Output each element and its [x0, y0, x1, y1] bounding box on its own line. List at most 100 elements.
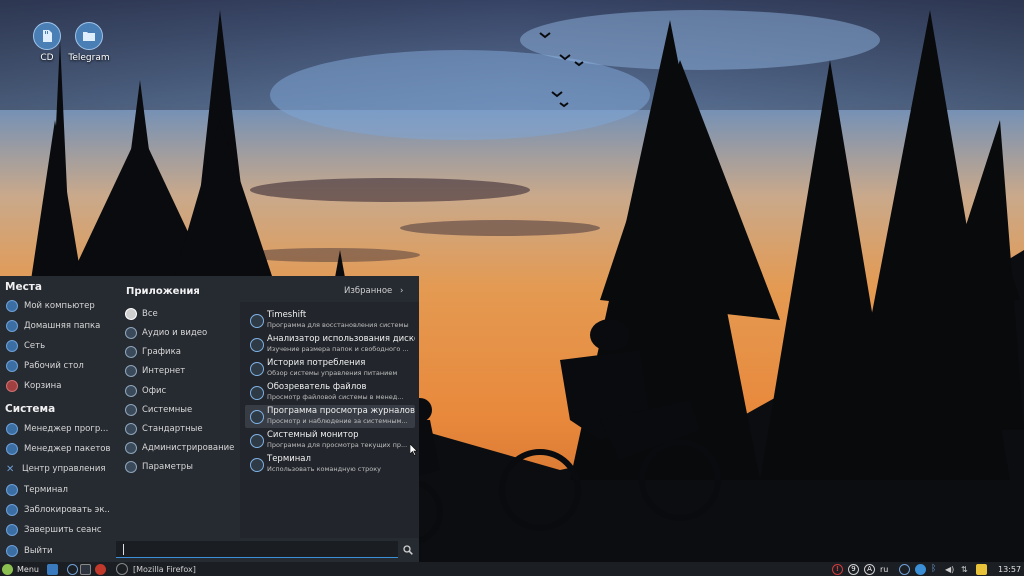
app-disk-usage-analyzer[interactable]: Анализатор использования дисков Изучение… — [245, 333, 415, 356]
terminal-icon — [80, 563, 91, 575]
tray-alert[interactable]: ! — [832, 563, 843, 575]
tray-display[interactable] — [899, 563, 910, 575]
launcher-app[interactable] — [95, 563, 106, 575]
place-label: Корзина — [24, 381, 62, 391]
search-icon[interactable] — [403, 545, 413, 555]
app-description: Программа для просмотра текущих пр... — [267, 441, 408, 449]
place-trash[interactable]: Корзина — [6, 377, 110, 395]
app-terminal[interactable]: Терминал Использовать командную строку — [245, 453, 415, 476]
bluetooth-icon: ᛒ — [931, 564, 937, 574]
place-label: Мой компьютер — [24, 301, 95, 311]
launcher-terminal[interactable] — [80, 563, 91, 575]
app-description: Использовать командную строку — [267, 465, 381, 473]
mouse-cursor-icon — [410, 444, 418, 456]
category-accessories[interactable]: Стандартные — [125, 420, 237, 438]
taskbar: Menu [Mozilla Firefox] ! 9 A ru ᛒ ◀) ⇅ 1… — [0, 562, 1024, 576]
menu-button[interactable]: Menu — [2, 563, 39, 575]
network-icon — [6, 340, 18, 352]
system-tools-icon — [125, 404, 137, 416]
tray-updates[interactable]: 9 — [848, 563, 859, 575]
category-label: Интернет — [142, 366, 186, 376]
category-office[interactable]: Офис — [125, 382, 237, 400]
system-terminal[interactable]: Терминал — [6, 481, 110, 499]
category-label: Системные — [142, 405, 193, 415]
updates-badge: 9 — [848, 563, 859, 575]
app-name: Программа просмотра журналов — [267, 406, 415, 416]
favorites-button[interactable]: Избранное › — [344, 286, 403, 296]
system-label: Менеджер пакетов — [24, 444, 110, 454]
app-timeshift[interactable]: Timeshift Программа для восстановления с… — [245, 309, 415, 332]
app-name: Обозреватель файлов — [267, 382, 367, 392]
place-desktop[interactable]: Рабочий стол — [6, 357, 110, 375]
category-administration[interactable]: Администрирование — [125, 439, 237, 457]
category-graphics[interactable]: Графика — [125, 343, 237, 361]
system-quit[interactable]: Выйти — [6, 542, 110, 560]
globe-icon — [125, 365, 137, 377]
display-icon — [899, 563, 910, 575]
place-my-computer[interactable]: Мой компьютер — [6, 297, 110, 315]
clock[interactable]: 13:57 — [998, 563, 1021, 575]
system-heading: Система — [5, 403, 56, 415]
text-caret — [123, 544, 124, 555]
category-system[interactable]: Системные — [125, 401, 237, 419]
app-launcher-icon — [95, 563, 106, 575]
category-all[interactable]: Все — [125, 305, 237, 323]
alert-icon: ! — [832, 563, 843, 575]
category-label: Параметры — [142, 462, 193, 472]
tray-network[interactable]: ⇅ — [961, 563, 968, 575]
category-internet[interactable]: Интернет — [125, 362, 237, 380]
launcher-files[interactable] — [67, 563, 78, 575]
app-system-monitor[interactable]: Системный монитор Программа для просмотр… — [245, 429, 415, 452]
notes-icon — [976, 563, 987, 575]
category-label: Администрирование — [142, 443, 235, 453]
terminal-icon — [250, 458, 264, 472]
home-icon — [6, 320, 18, 332]
trash-icon — [6, 380, 18, 392]
desktop-icon-label: Telegram — [68, 53, 110, 63]
category-preferences[interactable]: Параметры — [125, 458, 237, 476]
place-label: Домашняя папка — [24, 321, 101, 331]
app-description: Программа для восстановления системы — [267, 321, 409, 329]
power-icon — [6, 545, 18, 557]
system-label: Менеджер прогр... — [24, 424, 109, 434]
place-network[interactable]: Сеть — [6, 337, 110, 355]
applications-list: Timeshift Программа для восстановления с… — [240, 302, 419, 538]
app-log-viewer[interactable]: Программа просмотра журналов Просмотр и … — [245, 405, 415, 428]
tray-accessibility[interactable]: A — [864, 563, 875, 575]
desktop-icon — [6, 360, 18, 372]
tray-bluetooth[interactable]: ᛒ — [931, 563, 936, 575]
app-description: Просмотр файловой системы в менед... — [267, 393, 404, 401]
tray-volume[interactable]: ◀) — [945, 563, 954, 575]
window-title: [Mozilla Firefox] — [133, 564, 196, 574]
desktop-icon-telegram[interactable]: Telegram — [64, 22, 114, 63]
category-label: Аудио и видео — [142, 328, 208, 338]
system-label: Завершить сеанс — [24, 525, 102, 535]
category-audio-video[interactable]: Аудио и видео — [125, 324, 237, 342]
mint-logo-icon — [2, 563, 13, 575]
disk-usage-icon — [250, 338, 264, 352]
keyboard-layout-indicator[interactable]: ru — [880, 563, 888, 575]
category-label: Все — [142, 309, 158, 319]
app-file-browser[interactable]: Обозреватель файлов Просмотр файловой си… — [245, 381, 415, 404]
system-control-center[interactable]: ✕ Центр управления — [6, 460, 110, 478]
tray-notifications[interactable] — [976, 563, 987, 575]
system-lock-screen[interactable]: Заблокировать эк... — [6, 501, 110, 519]
clock-time: 13:57 — [998, 564, 1022, 574]
tray-power[interactable] — [915, 563, 926, 575]
system-package-manager[interactable]: Менеджер пакетов — [6, 440, 110, 458]
system-software-manager[interactable]: Менеджер прогр... — [6, 420, 110, 438]
system-logout[interactable]: Завершить сеанс — [6, 521, 110, 539]
search-input[interactable] — [116, 541, 398, 558]
app-power-statistics[interactable]: История потребления Обзор системы управл… — [245, 357, 415, 380]
window-button-firefox[interactable]: [Mozilla Firefox] — [116, 563, 196, 575]
system-label: Терминал — [24, 485, 68, 495]
file-browser-icon — [250, 386, 264, 400]
favorites-label: Избранное — [344, 286, 393, 296]
graphics-icon — [125, 346, 137, 358]
start-menu: Места Мой компьютер Домашняя папка Сеть … — [0, 276, 419, 562]
computer-icon — [6, 300, 18, 312]
timeshift-icon — [250, 314, 264, 328]
show-desktop-button[interactable] — [47, 563, 58, 575]
system-label: Центр управления — [22, 464, 106, 474]
place-home-folder[interactable]: Домашняя папка — [6, 317, 110, 335]
